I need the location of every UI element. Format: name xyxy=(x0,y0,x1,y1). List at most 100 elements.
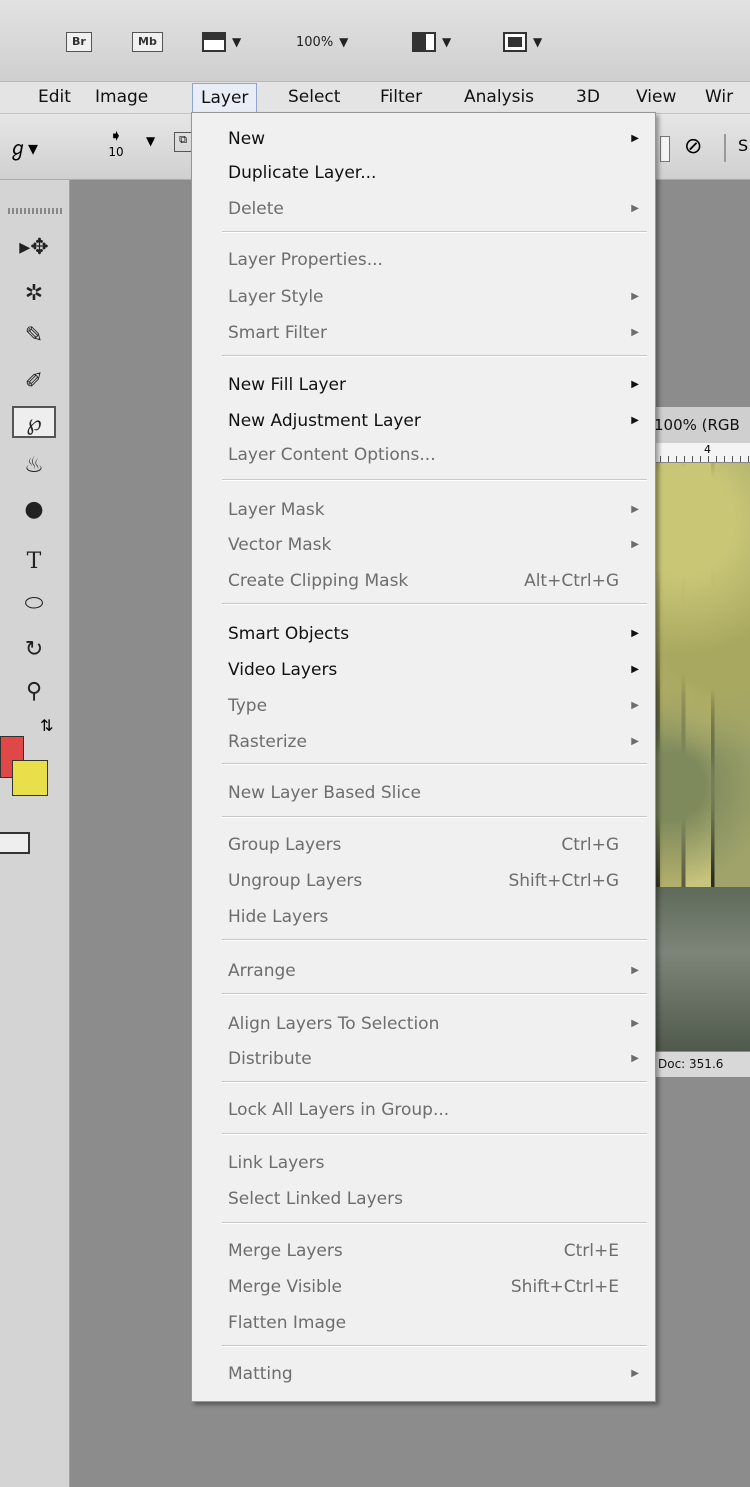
menu-edit[interactable]: Edit xyxy=(38,82,71,114)
tablet-pressure-icon[interactable]: ⊘ xyxy=(684,134,702,159)
menu-item-delete[interactable]: Delete ▶ xyxy=(192,193,655,225)
menu-separator xyxy=(222,603,647,605)
separator xyxy=(724,134,726,162)
chevron-down-icon[interactable]: ▼ xyxy=(146,134,155,148)
zoom-tool-icon[interactable]: ⚲ xyxy=(12,676,56,708)
menu-separator xyxy=(222,1222,647,1224)
menu-item-flatten-image[interactable]: Flatten Image xyxy=(192,1307,655,1339)
menu-item-label: New xyxy=(228,129,266,149)
paint-bucket-tool-icon[interactable]: ♨ xyxy=(12,450,56,482)
chevron-down-icon: ▼ xyxy=(232,35,242,49)
menu-select[interactable]: Select xyxy=(288,82,340,114)
menu-item-shortcut: Ctrl+E xyxy=(563,1241,619,1261)
magic-wand-tool-icon[interactable]: ✲ xyxy=(12,278,56,310)
screen-mode-icon xyxy=(503,32,527,52)
eyedropper-tool-icon[interactable]: ✎ xyxy=(12,320,56,352)
menu-item-link-layers[interactable]: Link Layers xyxy=(192,1147,655,1179)
menu-item-smart-filter[interactable]: Smart Filter ▶ xyxy=(192,317,655,349)
menu-item-type[interactable]: Type ▶ xyxy=(192,690,655,722)
menu-item-align-layers-to-selection[interactable]: Align Layers To Selection ▶ xyxy=(192,1008,655,1040)
spot-healing-tool-icon[interactable]: ✐ xyxy=(12,366,56,398)
menu-item-group-layers[interactable]: Group Layers Ctrl+G xyxy=(192,829,655,861)
zoom-level-dropdown[interactable]: 100% ▼ xyxy=(296,26,348,58)
menu-image[interactable]: Image xyxy=(95,82,148,114)
tool-preset-icon[interactable]: ℊ▾ xyxy=(8,132,38,161)
menu-item-merge-layers[interactable]: Merge Layers Ctrl+E xyxy=(192,1235,655,1267)
quick-mask-icon[interactable] xyxy=(0,832,30,854)
screen-mode-button[interactable]: ▼ xyxy=(503,26,542,58)
menu-layer[interactable]: Layer xyxy=(192,83,258,113)
history-brush-tool-icon[interactable]: ℘ xyxy=(12,406,56,438)
menu-item-label: Duplicate Layer... xyxy=(228,163,377,183)
background-color-swatch[interactable] xyxy=(12,760,48,796)
menu-item-lock-all-layers-in-group[interactable]: Lock All Layers in Group... xyxy=(192,1094,655,1126)
menu-item-label: Lock All Layers in Group... xyxy=(228,1100,450,1120)
menu-item-label: Layer Content Options... xyxy=(228,445,436,465)
document-status[interactable]: Doc: 351.6 xyxy=(652,1051,750,1077)
menu-separator xyxy=(222,939,647,941)
menu-item-layer-mask[interactable]: Layer Mask ▶ xyxy=(192,494,655,526)
menu-item-layer-style[interactable]: Layer Style ▶ xyxy=(192,281,655,313)
ellipse-tool-icon[interactable]: ⬭ xyxy=(12,588,56,620)
menu-3d[interactable]: 3D xyxy=(576,82,600,114)
menu-item-ungroup-layers[interactable]: Ungroup Layers Shift+Ctrl+G xyxy=(192,865,655,897)
menu-item-distribute[interactable]: Distribute ▶ xyxy=(192,1043,655,1075)
view-extras-button[interactable]: ▼ xyxy=(202,26,241,58)
chevron-down-icon: ▼ xyxy=(533,35,543,49)
chevron-down-icon: ▼ xyxy=(339,35,349,49)
layer-menu-dropdown: New ▶ Duplicate Layer... Delete ▶ Layer Pr… xyxy=(191,112,656,1402)
menu-item-label: Layer Style xyxy=(228,287,324,307)
menu-separator xyxy=(222,1081,647,1083)
menu-item-rasterize[interactable]: Rasterize ▶ xyxy=(192,726,655,758)
menu-item-arrange[interactable]: Arrange ▶ xyxy=(192,955,655,987)
menu-item-hide-layers[interactable]: Hide Layers xyxy=(192,901,655,933)
menu-item-matting[interactable]: Matting ▶ xyxy=(192,1358,655,1390)
menu-item-label: Create Clipping Mask xyxy=(228,571,409,591)
submenu-arrow-icon: ▶ xyxy=(631,504,639,515)
menu-item-label: Smart Filter xyxy=(228,323,327,343)
submenu-arrow-icon: ▶ xyxy=(631,664,639,675)
panel-grip[interactable] xyxy=(8,208,62,214)
document-tab[interactable]: 100% (RGB xyxy=(646,407,750,443)
menu-item-label: Distribute xyxy=(228,1049,312,1069)
menu-item-new[interactable]: New ▶ xyxy=(192,123,655,155)
menu-separator xyxy=(222,993,647,995)
menu-item-create-clipping-mask[interactable]: Create Clipping Mask Alt+Ctrl+G xyxy=(192,565,655,597)
menu-item-video-layers[interactable]: Video Layers ▶ xyxy=(192,654,655,686)
menu-item-new-layer-based-slice[interactable]: New Layer Based Slice xyxy=(192,777,655,809)
rotate-3d-tool-icon[interactable]: ↻ xyxy=(12,634,56,666)
mini-bridge-icon: Mb xyxy=(132,32,163,52)
swap-colors-icon[interactable]: ⇅ xyxy=(40,716,53,735)
submenu-arrow-icon: ▶ xyxy=(631,415,639,426)
brush-panel-icon[interactable]: ⧉ xyxy=(174,132,192,152)
menu-item-shortcut: Ctrl+G xyxy=(561,835,619,855)
submenu-arrow-icon: ▶ xyxy=(631,700,639,711)
menu-item-label: Select Linked Layers xyxy=(228,1189,403,1209)
mini-bridge-button[interactable]: Mb xyxy=(132,26,163,58)
menu-item-layer-properties[interactable]: Layer Properties... xyxy=(192,244,655,276)
type-tool-icon[interactable]: T xyxy=(12,546,56,578)
menu-separator xyxy=(222,1345,647,1347)
menu-item-new-fill-layer[interactable]: New Fill Layer ▶ xyxy=(192,369,655,401)
move-tool-icon[interactable]: ▸✥ xyxy=(12,232,56,264)
menu-filter[interactable]: Filter xyxy=(380,82,422,114)
submenu-arrow-icon: ▶ xyxy=(631,965,639,976)
menu-item-label: Merge Layers xyxy=(228,1241,343,1261)
menu-item-new-adjustment-layer[interactable]: New Adjustment Layer ▶ xyxy=(192,405,655,437)
menu-item-smart-objects[interactable]: Smart Objects ▶ xyxy=(192,618,655,650)
menu-item-select-linked-layers[interactable]: Select Linked Layers xyxy=(192,1183,655,1215)
menu-item-merge-visible[interactable]: Merge Visible Shift+Ctrl+E xyxy=(192,1271,655,1303)
bridge-button[interactable]: Br xyxy=(66,26,92,58)
menu-item-layer-content-options[interactable]: Layer Content Options... xyxy=(192,439,655,471)
brush-preset-picker[interactable]: ➧ 10 xyxy=(96,126,136,159)
menu-item-vector-mask[interactable]: Vector Mask ▶ xyxy=(192,529,655,561)
burn-tool-icon[interactable]: ● xyxy=(12,494,56,526)
menu-analysis[interactable]: Analysis xyxy=(464,82,534,114)
menu-item-duplicate-layer[interactable]: Duplicate Layer... xyxy=(192,157,655,189)
menu-item-label: Layer Mask xyxy=(228,500,325,520)
menu-view[interactable]: View xyxy=(636,82,676,114)
arrange-documents-button[interactable]: ▼ xyxy=(412,26,451,58)
menu-window[interactable]: Wir xyxy=(705,82,733,114)
menu-separator xyxy=(222,816,647,818)
ruler-label: 4 xyxy=(704,443,711,456)
